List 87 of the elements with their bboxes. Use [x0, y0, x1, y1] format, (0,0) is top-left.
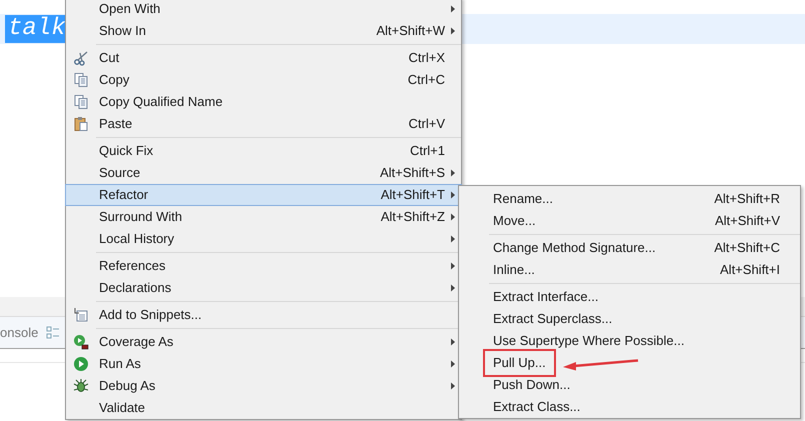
menu-label: Use Supertype Where Possible...: [493, 332, 684, 350]
menu-label: Pull Up...: [483, 349, 556, 377]
submenu-arrow-icon: [450, 5, 456, 13]
menu-label: Declarations: [98, 279, 172, 298]
shortcut-text: Ctrl+V: [408, 115, 445, 134]
menu-item[interactable]: Debug As: [65, 375, 462, 397]
menu-item[interactable]: Extract Interface...: [459, 286, 800, 308]
coverage-icon: [73, 334, 89, 350]
shortcut-text: Alt+Shift+W: [376, 22, 445, 40]
menu-item[interactable]: Pull Up...: [459, 352, 800, 374]
menu-item[interactable]: Coverage As: [65, 331, 462, 353]
scissors-icon: [73, 50, 89, 66]
menu-label: Paste: [98, 115, 134, 134]
submenu-arrow-icon: [450, 235, 456, 243]
shortcut-text: Alt+Shift+C: [714, 239, 781, 258]
view-menu-icon[interactable]: [46, 326, 60, 340]
menu-item[interactable]: Local History: [65, 228, 462, 250]
menu-item[interactable]: Copy Ctrl+C: [65, 69, 462, 91]
menu-label: Source: [98, 164, 142, 182]
shortcut-text: Ctrl+C: [408, 71, 445, 90]
submenu-arrow-icon: [450, 191, 456, 199]
menu-label: Quick Fix: [98, 142, 154, 160]
submenu-arrow-icon: [450, 169, 456, 177]
submenu-arrow-icon: [450, 27, 456, 35]
submenu-arrow-icon: [450, 338, 456, 346]
menu-label: Cut: [98, 49, 120, 68]
menu-label: Debug As: [98, 377, 156, 396]
menu-item[interactable]: Use Supertype Where Possible...: [459, 330, 800, 352]
menu-item[interactable]: Surround With Alt+Shift+Z: [65, 206, 462, 228]
menu-label: Rename...: [493, 190, 553, 208]
menu-item[interactable]: Refactor Alt+Shift+T: [65, 184, 462, 206]
shortcut-text: Alt+Shift+Z: [380, 208, 445, 226]
submenu-arrow-icon: [450, 284, 456, 292]
shortcut-text: Ctrl+1: [410, 142, 445, 160]
menu-item[interactable]: Cut Ctrl+X: [65, 47, 462, 69]
menu-item[interactable]: Validate: [65, 397, 462, 419]
menu-label: Validate: [98, 399, 146, 418]
menu-item[interactable]: Change Method Signature... Alt+Shift+C: [459, 237, 800, 259]
menu-item[interactable]: Run As: [65, 353, 462, 375]
menu-item[interactable]: Paste Ctrl+V: [65, 113, 462, 135]
menu-label: Copy Qualified Name: [98, 93, 224, 112]
shortcut-text: Alt+Shift+V: [714, 212, 781, 230]
menu-item[interactable]: Source Alt+Shift+S: [65, 162, 462, 184]
menu-label: Local History: [98, 230, 176, 248]
shortcut-text: Alt+Shift+R: [714, 190, 781, 208]
menu-label: Move...: [493, 212, 536, 230]
tab-label[interactable]: onsole: [0, 322, 38, 342]
menu-label: Extract Class...: [493, 398, 580, 416]
copy-icon: [73, 72, 89, 88]
menu-item[interactable]: Inline... Alt+Shift+I: [459, 259, 800, 281]
menu-label: Copy: [98, 71, 130, 90]
menu-item[interactable]: Rename... Alt+Shift+R: [459, 188, 800, 210]
shortcut-text: Ctrl+X: [408, 49, 445, 68]
menu-label: Coverage As: [98, 333, 174, 352]
menu-label: Change Method Signature...: [493, 239, 656, 258]
submenu-arrow-icon: [450, 360, 456, 368]
menu-label: References: [98, 257, 166, 276]
menu-item[interactable]: Push Down...: [459, 374, 800, 396]
shortcut-text: Alt+Shift+T: [380, 186, 445, 204]
menu-label: Extract Interface...: [493, 288, 598, 306]
submenu-arrow-icon: [450, 382, 456, 390]
run-icon: [73, 356, 89, 372]
menu-item[interactable]: Move... Alt+Shift+V: [459, 210, 800, 232]
submenu-arrow-icon: [450, 262, 456, 270]
menu-item[interactable]: Declarations: [65, 277, 462, 299]
menu-label: Extract Superclass...: [493, 310, 612, 328]
menu-label: Run As: [98, 355, 142, 374]
menu-label: Surround With: [98, 208, 184, 226]
menu-item[interactable]: Extract Superclass...: [459, 308, 800, 330]
shortcut-text: Alt+Shift+S: [380, 164, 445, 182]
menu-label: Refactor: [98, 186, 150, 204]
menu-label: Push Down...: [493, 376, 570, 394]
menu-item[interactable]: Copy Qualified Name: [65, 91, 462, 113]
clipboard-icon: [73, 116, 89, 132]
menu-item[interactable]: Quick Fix Ctrl+1: [65, 140, 462, 162]
menu-label: Show In: [98, 22, 147, 40]
menu-label: Add to Snippets...: [98, 306, 203, 324]
menu-item[interactable]: References: [65, 255, 462, 277]
shortcut-text: Alt+Shift+I: [720, 261, 781, 280]
bug-icon: [73, 378, 89, 394]
menu-item[interactable]: Extract Class...: [459, 396, 800, 418]
document-icon: [73, 307, 89, 323]
copy-icon: [73, 94, 89, 110]
submenu-arrow-icon: [450, 213, 456, 221]
menu-item[interactable]: Add to Snippets...: [65, 304, 462, 326]
menu-label: Inline...: [493, 261, 535, 280]
menu-label: Open With: [98, 0, 162, 18]
